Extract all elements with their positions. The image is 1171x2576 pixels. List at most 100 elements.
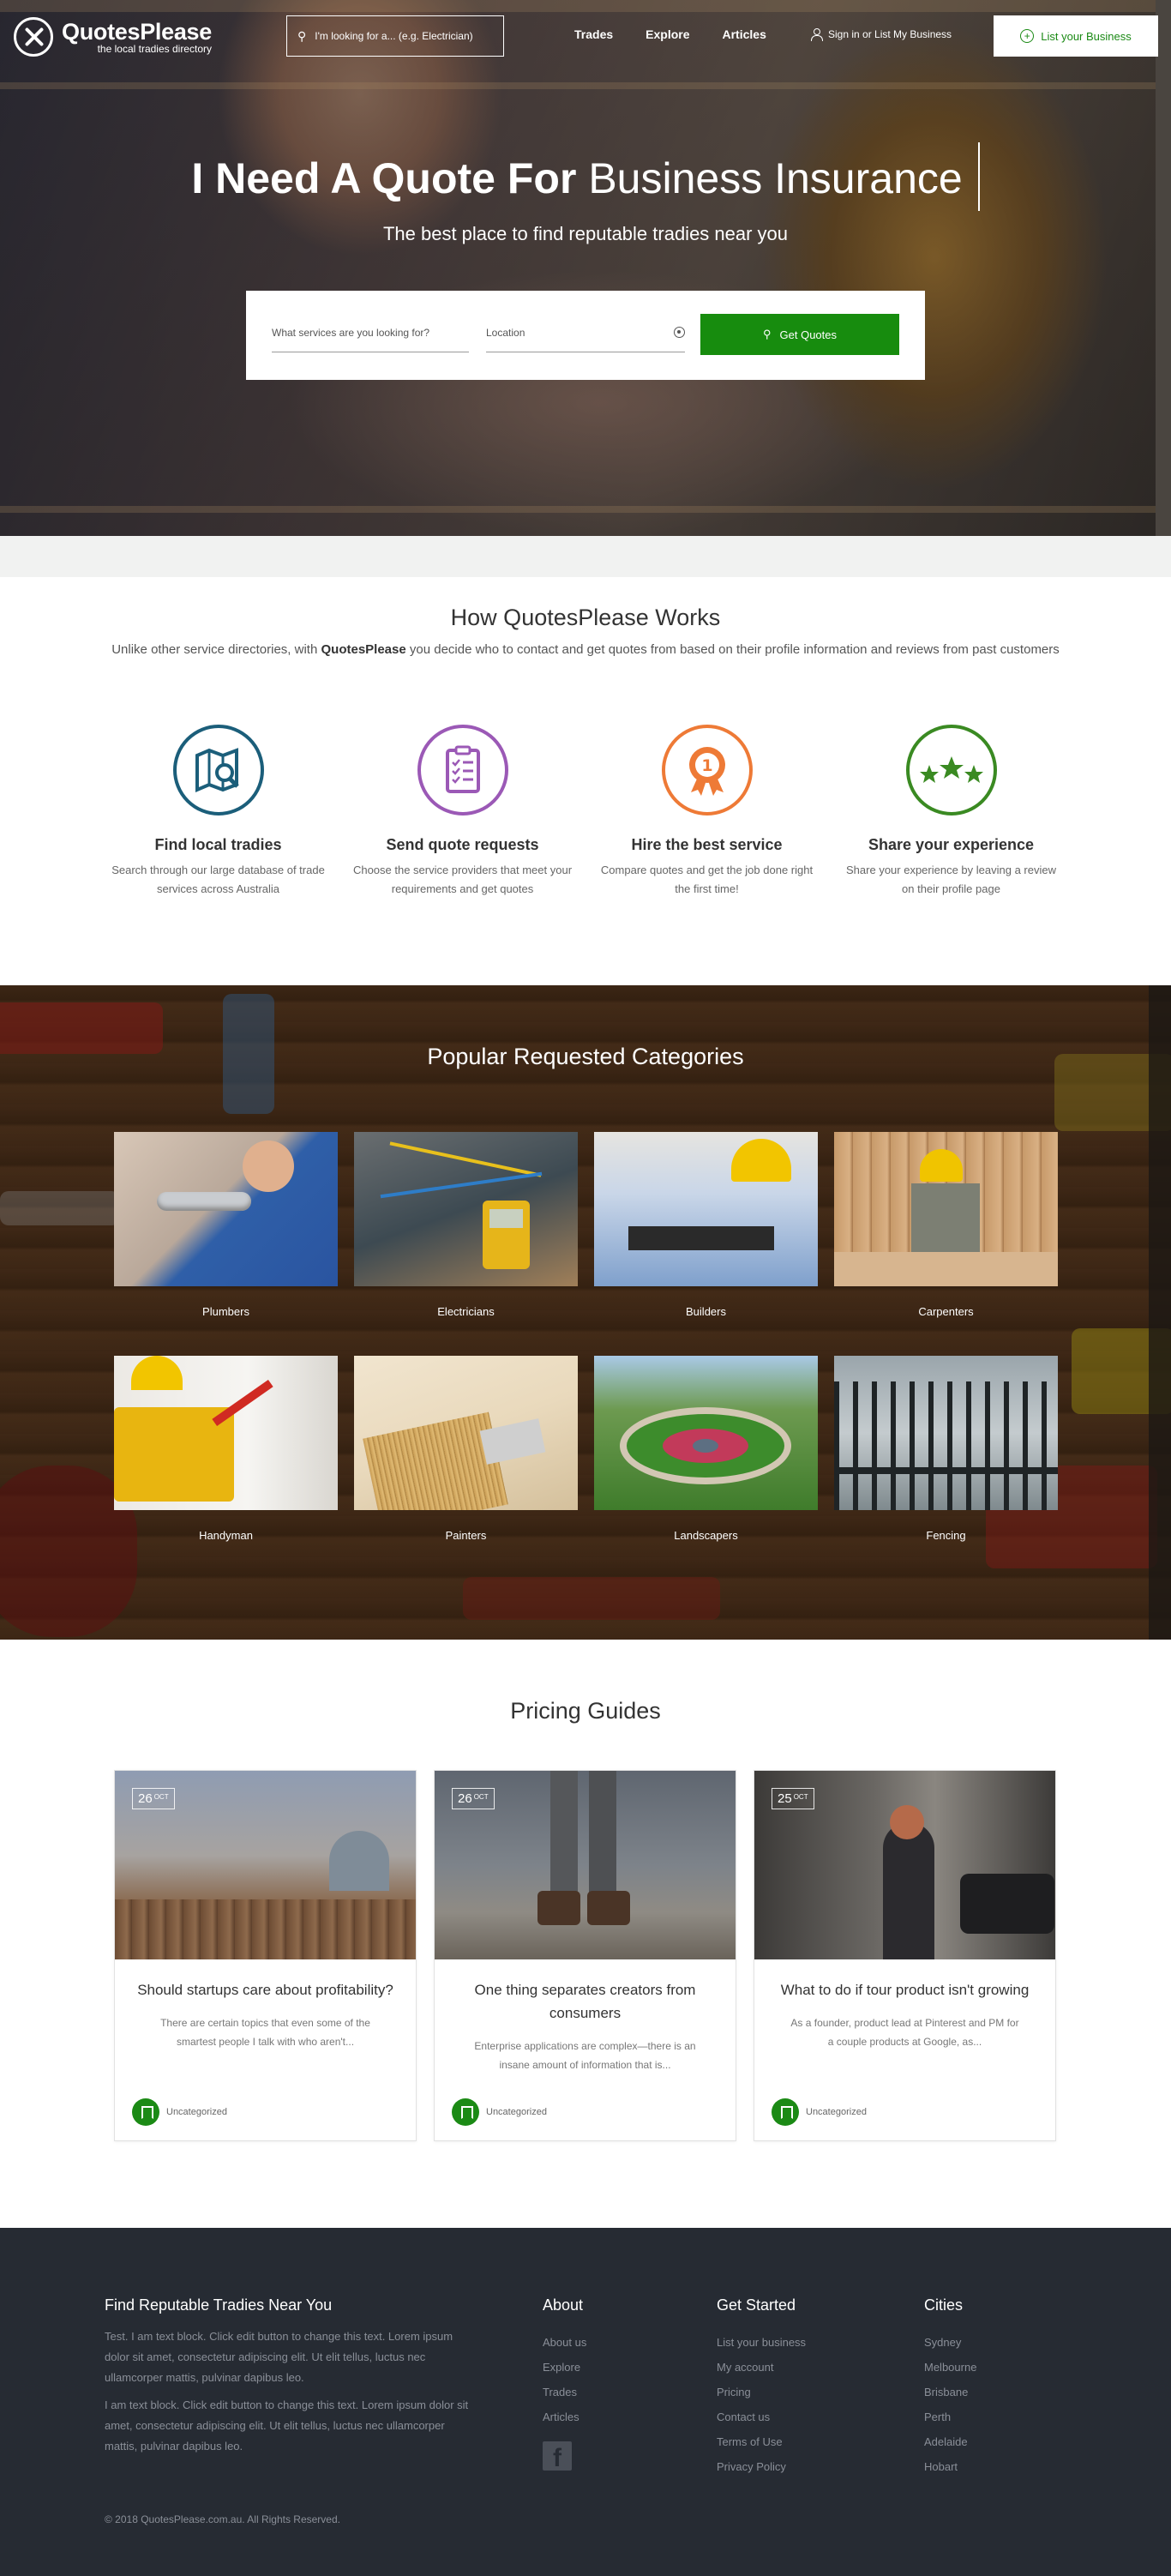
logo-name: QuotesPlease (62, 19, 212, 45)
get-quotes-button[interactable]: ⚲ Get Quotes (700, 314, 899, 355)
category-electricians[interactable]: Electricians (354, 1132, 578, 1318)
signin-link[interactable]: Sign in or List My Business (811, 28, 952, 41)
list-business-label: List your Business (1041, 29, 1132, 43)
footer-link[interactable]: Sydney (924, 2330, 976, 2355)
locate-icon[interactable] (674, 327, 685, 338)
footer-link[interactable]: Explore (543, 2355, 586, 2380)
map-search-icon (172, 725, 264, 816)
location-placeholder: Location (486, 327, 525, 339)
nav-explore[interactable]: Explore (646, 27, 689, 41)
svg-text:1: 1 (701, 756, 712, 775)
post-category[interactable]: Uncategorized (452, 2098, 547, 2126)
footer: Find Reputable Tradies Near You Test. I … (0, 2228, 1171, 2576)
hero-divider (0, 536, 1171, 577)
text-cursor (977, 142, 980, 211)
tools-logo-icon (14, 17, 53, 57)
footer-link[interactable]: About us (543, 2330, 586, 2355)
footer-link[interactable]: Privacy Policy (717, 2454, 806, 2479)
step-title: Hire the best service (631, 836, 783, 853)
step-find: Find local tradies Search through our la… (96, 725, 340, 899)
post-month: OCT (153, 1793, 169, 1801)
post-category-label: Uncategorized (806, 2107, 867, 2117)
post-month: OCT (473, 1793, 489, 1801)
step-text: Share your experience by leaving a revie… (846, 864, 1056, 895)
signin-label: Sign in or List My Business (828, 28, 952, 40)
post-date-badge: 25 OCT (772, 1788, 814, 1809)
service-input[interactable]: What services are you looking for? (272, 316, 469, 352)
category-image (354, 1132, 578, 1286)
nav-articles[interactable]: Articles (723, 27, 766, 41)
post-card[interactable]: 26 OCT One thing separates creators from … (434, 1770, 736, 2141)
location-input[interactable]: Location (486, 316, 685, 352)
category-fencing[interactable]: Fencing (834, 1356, 1058, 1542)
category-carpenters[interactable]: Carpenters (834, 1132, 1058, 1318)
hero-title: I Need A Quote For Business Insurance (0, 142, 1171, 216)
step-send: Send quote requests Choose the service p… (340, 725, 585, 899)
post-title[interactable]: What to do if tour product isn't growing (777, 1978, 1034, 2001)
categories-title: Popular Requested Categories (427, 1044, 744, 1069)
category-image (114, 1132, 338, 1286)
footer-about-text: Find Reputable Tradies Near You Test. I … (105, 2296, 473, 2457)
post-image: 26 OCT (435, 1771, 736, 1959)
copyright: © 2018 QuotesPlease.com.au. All Rights R… (105, 2513, 340, 2525)
category-painters[interactable]: Painters (354, 1356, 578, 1542)
category-plumbers[interactable]: Plumbers (114, 1132, 338, 1318)
post-image: 25 OCT (754, 1771, 1055, 1959)
header-search-placeholder: I'm looking for a... (e.g. Electrician) (315, 30, 473, 42)
footer-link[interactable]: Terms of Use (717, 2429, 806, 2454)
footer-paragraph: Test. I am text block. Click edit button… (105, 2330, 453, 2384)
footer-started-col: Get Started List your business My accoun… (717, 2296, 806, 2479)
category-builders[interactable]: Builders (594, 1132, 818, 1318)
post-excerpt: Enterprise applications are complex—ther… (474, 2040, 696, 2071)
award-icon: 1 (661, 725, 753, 816)
footer-link[interactable]: Articles (543, 2404, 586, 2429)
hero-title-bold: I Need A Quote For (191, 154, 577, 203)
category-label: Carpenters (918, 1305, 974, 1318)
footer-link[interactable]: Pricing (717, 2380, 806, 2404)
post-title[interactable]: Should startups care about profitability… (137, 1978, 394, 2001)
category-label: Landscapers (674, 1529, 738, 1542)
bookmark-icon (132, 2098, 159, 2126)
plus-circle-icon: + (1020, 29, 1035, 43)
main-nav: Trades Explore Articles (574, 27, 766, 41)
footer-link[interactable]: List your business (717, 2330, 806, 2355)
list-business-button[interactable]: + List your Business (994, 15, 1158, 57)
get-quotes-label: Get Quotes (779, 328, 837, 341)
post-category[interactable]: Uncategorized (132, 2098, 227, 2126)
bookmark-icon (452, 2098, 479, 2126)
footer-link[interactable]: Brisbane (924, 2380, 976, 2404)
logo[interactable]: QuotesPlease the local tradies directory (14, 17, 212, 57)
step-hire: 1 Hire the best service Compare quotes a… (585, 725, 829, 899)
nav-trades[interactable]: Trades (574, 27, 613, 41)
quote-search-box: What services are you looking for? Locat… (246, 291, 925, 380)
post-image: 26 OCT (115, 1771, 416, 1959)
post-category[interactable]: Uncategorized (772, 2098, 867, 2126)
footer-heading: Find Reputable Tradies Near You (105, 2296, 333, 2314)
how-desc-pre: Unlike other service directories, with (111, 642, 321, 657)
footer-cities-col: Cities Sydney Melbourne Brisbane Perth A… (924, 2296, 976, 2479)
header-search-input[interactable]: ⚲ I'm looking for a... (e.g. Electrician… (286, 15, 504, 57)
post-day: 26 (138, 1791, 153, 1806)
footer-link[interactable]: Contact us (717, 2404, 806, 2429)
search-icon: ⚲ (297, 28, 307, 43)
category-label: Handyman (199, 1529, 253, 1542)
footer-link[interactable]: Trades (543, 2380, 586, 2404)
category-label: Electricians (437, 1305, 495, 1318)
step-title: Share your experience (868, 836, 1035, 853)
footer-link[interactable]: Hobart (924, 2454, 976, 2479)
post-card[interactable]: 25 OCT What to do if tour product isn't g… (754, 1770, 1056, 2141)
footer-link[interactable]: Perth (924, 2404, 976, 2429)
post-date-badge: 26 OCT (132, 1788, 175, 1809)
post-month: OCT (793, 1793, 808, 1801)
post-title[interactable]: One thing separates creators from consum… (457, 1978, 714, 2025)
service-placeholder: What services are you looking for? (272, 327, 430, 339)
step-text: Choose the service providers that meet y… (352, 864, 573, 895)
how-steps: Find local tradies Search through our la… (96, 725, 1075, 899)
facebook-icon[interactable]: f (543, 2441, 572, 2471)
footer-link[interactable]: Melbourne (924, 2355, 976, 2380)
category-landscapers[interactable]: Landscapers (594, 1356, 818, 1542)
category-handyman[interactable]: Handyman (114, 1356, 338, 1542)
footer-link[interactable]: Adelaide (924, 2429, 976, 2454)
footer-link[interactable]: My account (717, 2355, 806, 2380)
post-card[interactable]: 26 OCT Should startups care about profita… (114, 1770, 417, 2141)
